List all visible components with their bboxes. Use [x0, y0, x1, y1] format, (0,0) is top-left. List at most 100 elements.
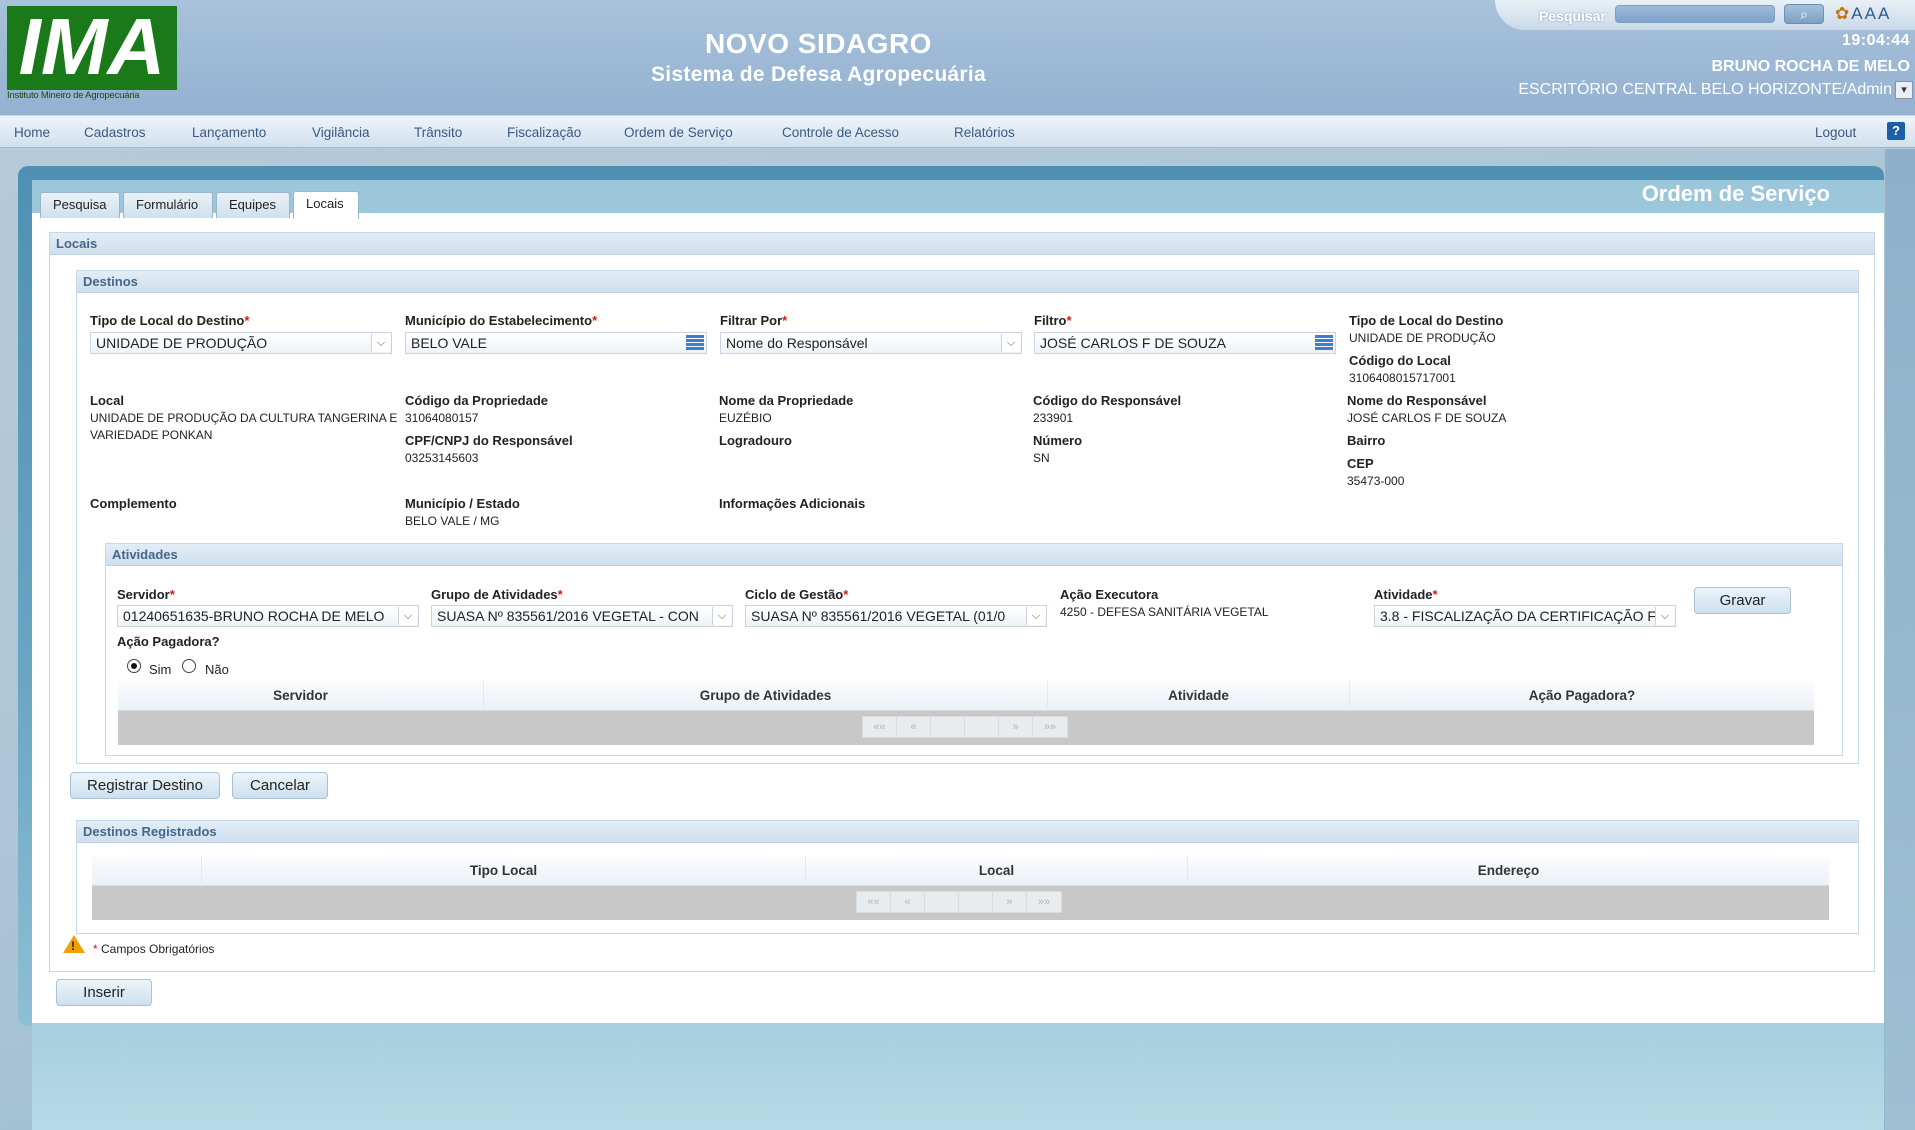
inserir-button[interactable]: Inserir [56, 979, 152, 1006]
pager-first-button[interactable]: «« [857, 892, 891, 912]
acao-executora-value: 4250 - DEFESA SANITÁRIA VEGETAL [1060, 605, 1269, 619]
clock: 19:04:44 [1841, 32, 1910, 49]
search-label: Pesquisar [1539, 8, 1606, 24]
tipo-local-select[interactable]: UNIDADE DE PRODUÇÃO ⌵ [90, 332, 392, 354]
menu-fiscalizacao[interactable]: Fiscalização [507, 125, 581, 140]
pager-next-button[interactable]: » [993, 892, 1027, 912]
acao-pagadora-nao-label: Não [205, 662, 229, 677]
registrar-destino-button[interactable]: Registrar Destino [70, 772, 220, 799]
accessibility-icon[interactable]: ✿ [1835, 4, 1849, 24]
office-selector[interactable]: ESCRITÓRIO CENTRAL BELO HORIZONTE/Admin … [1518, 79, 1913, 101]
atividade-label: Atividade* [1374, 587, 1438, 602]
servidor-select[interactable]: 01240651635-BRUNO ROCHA DE MELO ⌵ [117, 605, 419, 627]
search-button[interactable]: ⌕ [1784, 4, 1824, 24]
acao-pagadora-label: Ação Pagadora? [117, 634, 220, 649]
chevron-down-icon: ⌵ [1655, 607, 1674, 625]
user-name: BRUNO ROCHA DE MELO [1711, 58, 1910, 75]
font-increase-button[interactable]: A [1878, 4, 1889, 24]
menu-lancamento[interactable]: Lançamento [192, 125, 266, 140]
tab-locais[interactable]: Locais [293, 191, 359, 219]
nome-propriedade-label: Nome da Propriedade [719, 393, 854, 408]
pager-page-slot[interactable] [965, 717, 999, 737]
pager-page-slot[interactable] [925, 892, 959, 912]
acao-pagadora-nao-radio[interactable] [182, 659, 196, 673]
column-tipo-local[interactable]: Tipo Local [202, 856, 806, 886]
atividade-value: 3.8 - FISCALIZAÇÃO DA CERTIFICAÇÃO F [1380, 608, 1656, 624]
pager-first-button[interactable]: «« [863, 717, 897, 737]
cancelar-button[interactable]: Cancelar [232, 772, 328, 799]
pager-last-button[interactable]: »» [1027, 892, 1061, 912]
list-icon[interactable] [686, 335, 704, 351]
ciclo-gestao-select[interactable]: SUASA Nº 835561/2016 VEGETAL (01/0 ⌵ [745, 605, 1047, 627]
pager-next-button[interactable]: » [999, 717, 1033, 737]
system-title: NOVO SIDAGRO [705, 28, 932, 59]
chevron-down-icon: ⌵ [1026, 607, 1045, 625]
servidor-label: Servidor* [117, 587, 175, 602]
menu-controle-acesso[interactable]: Controle de Acesso [782, 125, 899, 140]
logout-link[interactable]: Logout [1815, 125, 1856, 140]
pager-prev-button[interactable]: « [897, 717, 931, 737]
font-decrease-button[interactable]: A [1851, 4, 1862, 24]
numero-label: Número [1033, 433, 1083, 448]
nome-responsavel-label: Nome do Responsável [1347, 393, 1487, 408]
search-input[interactable] [1615, 5, 1775, 23]
background-stripe [1885, 149, 1915, 1130]
tipo-local-label: Tipo de Local do Destino* [90, 313, 250, 328]
codigo-responsavel-label: Código do Responsável [1033, 393, 1182, 408]
column-blank [92, 856, 202, 886]
required-legend: * Campos Obrigatórios [93, 942, 214, 956]
menu-relatorios[interactable]: Relatórios [954, 125, 1015, 140]
pager-page-slot[interactable] [931, 717, 965, 737]
codigo-local-label: Código do Local [1349, 353, 1451, 368]
municipio-estado-value: BELO VALE / MG [405, 514, 500, 528]
help-icon[interactable]: ? [1887, 122, 1905, 140]
filtro-value: JOSÉ CARLOS F DE SOUZA [1040, 335, 1226, 351]
chevron-down-icon: ⌵ [371, 334, 390, 352]
column-atividade[interactable]: Atividade [1048, 681, 1350, 711]
tab-equipes[interactable]: Equipes [216, 192, 290, 218]
nome-propriedade-value: EUZÉBIO [719, 411, 772, 425]
grupo-atividades-select[interactable]: SUASA Nº 835561/2016 VEGETAL - CON ⌵ [431, 605, 733, 627]
search-area: Pesquisar ⌕ ✿ A A A [1495, 0, 1915, 30]
column-grupo-atividades[interactable]: Grupo de Atividades [484, 681, 1048, 711]
column-acao-pagadora[interactable]: Ação Pagadora? [1350, 681, 1814, 711]
acao-pagadora-sim-radio[interactable] [127, 659, 141, 673]
main-menu: Home Cadastros Lançamento Vigilância Trâ… [0, 115, 1915, 148]
gravar-button[interactable]: Gravar [1694, 587, 1791, 614]
logo-caption: Instituto Mineiro de Agropecuária [7, 90, 140, 101]
codigo-local-value: 3106408015717001 [1349, 371, 1456, 385]
column-local[interactable]: Local [806, 856, 1188, 886]
filtrar-por-value: Nome do Responsável [726, 335, 868, 351]
info-tipo-local-label: Tipo de Local do Destino [1349, 313, 1504, 328]
required-mark: * [93, 942, 98, 956]
municipio-input[interactable]: BELO VALE [405, 332, 707, 354]
chevron-down-icon[interactable]: ▾ [1895, 81, 1913, 99]
logradouro-label: Logradouro [719, 433, 792, 448]
column-endereco[interactable]: Endereço [1188, 856, 1829, 886]
codigo-responsavel-value: 233901 [1033, 411, 1074, 425]
filtro-input[interactable]: JOSÉ CARLOS F DE SOUZA [1034, 332, 1336, 354]
tab-formulario[interactable]: Formulário [123, 192, 213, 218]
pager-last-button[interactable]: »» [1033, 717, 1067, 737]
menu-transito[interactable]: Trânsito [414, 125, 462, 140]
destinos-grid-header: Tipo Local Local Endereço [92, 856, 1829, 886]
menu-cadastros[interactable]: Cadastros [84, 125, 146, 140]
complemento-label: Complemento [90, 496, 177, 511]
tab-pesquisa[interactable]: Pesquisa [40, 192, 120, 218]
info-tipo-local-value: UNIDADE DE PRODUÇÃO [1349, 331, 1496, 345]
local-value: UNIDADE DE PRODUÇÃO DA CULTURA TANGERINA… [90, 411, 398, 442]
font-normal-button[interactable]: A [1865, 4, 1876, 24]
office-label: ESCRITÓRIO CENTRAL BELO HORIZONTE/Admin [1518, 81, 1892, 98]
filtrar-por-select[interactable]: Nome do Responsável ⌵ [720, 332, 1022, 354]
column-servidor[interactable]: Servidor [118, 681, 484, 711]
menu-home[interactable]: Home [14, 125, 50, 140]
menu-ordem-servico[interactable]: Ordem de Serviço [624, 125, 733, 140]
pager-page-slot[interactable] [959, 892, 993, 912]
atividade-select[interactable]: 3.8 - FISCALIZAÇÃO DA CERTIFICAÇÃO F ⌵ [1374, 605, 1676, 627]
list-icon[interactable] [1315, 335, 1333, 351]
header: IMA Instituto Mineiro de Agropecuária NO… [0, 0, 1915, 115]
pager-prev-button[interactable]: « [891, 892, 925, 912]
cep-label: CEP [1347, 456, 1374, 471]
menu-vigilancia[interactable]: Vigilância [312, 125, 370, 140]
grupo-atividades-label: Grupo de Atividades* [431, 587, 563, 602]
